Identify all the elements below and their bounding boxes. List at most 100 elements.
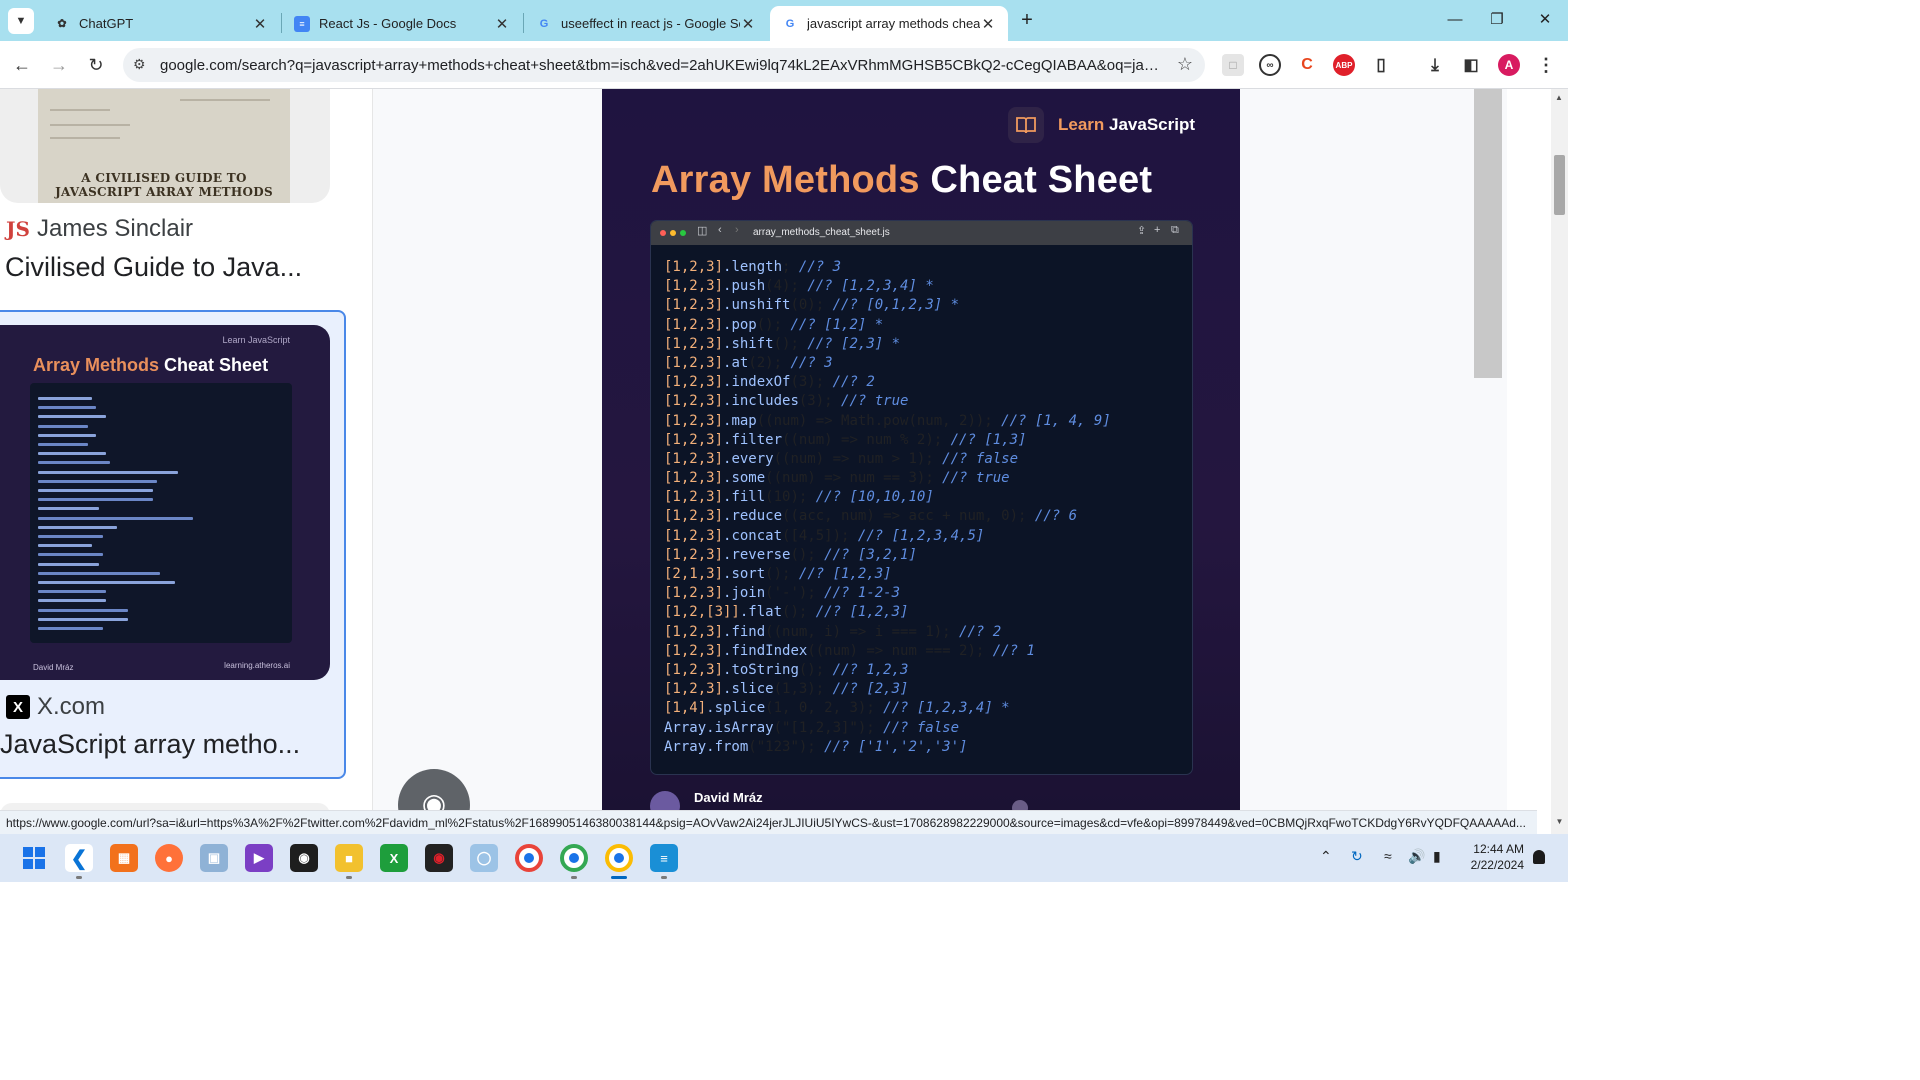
page-scrollbar[interactable]: ▲ xyxy=(1551,89,1568,810)
tab-useeffect-search[interactable]: G useeffect in react js - Google Se ✕ xyxy=(524,6,768,41)
close-tab-icon[interactable]: ✕ xyxy=(980,15,996,33)
profile-avatar[interactable]: A xyxy=(1498,54,1520,76)
code-comment: //? 3 xyxy=(790,259,842,275)
volume-icon[interactable]: 🔊 xyxy=(1408,848,1425,865)
tab-react-docs[interactable]: ≡ React Js - Google Docs ✕ xyxy=(282,6,522,41)
result-source[interactable]: JS James Sinclair xyxy=(6,215,193,243)
new-tab-button[interactable]: + xyxy=(1016,10,1038,32)
close-window-button[interactable]: ✕ xyxy=(1522,8,1568,32)
image-results-column: A CIVILISED GUIDE TO JAVASCRIPT ARRAY ME… xyxy=(0,89,372,810)
battery-icon[interactable]: ▮ xyxy=(1433,848,1441,865)
scroll-up-arrow-icon[interactable]: ▲ xyxy=(1555,93,1563,102)
code-array: [1,4] xyxy=(664,700,707,717)
code-comment: //? [1,2,3,4] * xyxy=(874,700,1010,717)
code-line: [1,2,3].pop(); //? [1,2] * xyxy=(664,316,1111,335)
file-name: array_methods_cheat_sheet.js xyxy=(753,227,890,238)
tab-search-button[interactable]: ▼ xyxy=(8,8,34,34)
result-source[interactable]: X X.com xyxy=(6,693,105,721)
preview-image[interactable]: Learn JavaScript Array Methods Cheat She… xyxy=(602,89,1240,810)
thumbnail-site: learning.atheros.ai xyxy=(224,661,290,670)
menu-kebab-icon[interactable]: ⋮ xyxy=(1535,54,1557,76)
thumbnail-code-line xyxy=(38,452,107,456)
code-line: Array.from("123"); //? ['1','2','3'] xyxy=(664,738,1111,757)
notification-bell-icon[interactable] xyxy=(1533,850,1545,864)
system-clock[interactable]: 12:44 AM 2/22/2024 xyxy=(1464,841,1524,873)
code-args: (); xyxy=(782,604,808,621)
source-name: James Sinclair xyxy=(37,215,194,242)
thumbnail-code-line xyxy=(38,443,89,446)
window-minimize-dot xyxy=(670,230,676,236)
chrome-icon[interactable] xyxy=(515,844,543,872)
extension-icon[interactable]: C xyxy=(1296,54,1318,76)
thumbnail-code-line xyxy=(38,562,100,566)
scrollbar-thumb[interactable] xyxy=(1554,155,1565,215)
close-tab-icon[interactable]: ✕ xyxy=(252,15,268,33)
address-bar[interactable]: ⚙ google.com/search?q=javascript+array+m… xyxy=(123,48,1205,82)
chrome-active-icon[interactable] xyxy=(605,844,633,872)
firefox-icon[interactable]: ● xyxy=(155,844,183,872)
result-title[interactable]: JavaScript array metho... xyxy=(0,729,300,760)
extensions-puzzle-icon[interactable]: ▯ xyxy=(1370,54,1392,76)
source-name: X.com xyxy=(37,693,106,720)
scroll-down-arrow-icon[interactable]: ▼ xyxy=(1551,810,1568,834)
adblock-icon[interactable]: ABP xyxy=(1333,54,1355,76)
reload-button[interactable]: ↻ xyxy=(84,53,108,77)
recorder-icon[interactable]: ◉ xyxy=(425,844,453,872)
code-method: .splice xyxy=(706,700,766,717)
xbox-icon[interactable]: X xyxy=(380,844,408,872)
preview-scrollbar[interactable] xyxy=(1474,89,1502,378)
code-comment: //? 1-2-3 xyxy=(815,585,901,602)
thumbnail-code-line xyxy=(38,470,179,474)
result-thumbnail[interactable]: Learn JavaScript Array Methods Cheat She… xyxy=(0,325,330,680)
site-info-icon[interactable]: ⚙ xyxy=(133,56,146,73)
result-title[interactable]: Civilised Guide to Java... xyxy=(5,252,302,283)
extension-icon[interactable]: ∞ xyxy=(1259,54,1281,76)
next-result-thumbnail[interactable] xyxy=(0,803,330,810)
thumbnail-code-line xyxy=(38,525,118,529)
url-text[interactable]: google.com/search?q=javascript+array+met… xyxy=(160,57,1160,74)
code-line: [1,2,3].reduce((acc, num) => acc + num, … xyxy=(664,507,1111,526)
code-comment: //? [1,2,3] xyxy=(790,566,892,582)
tab-chatgpt[interactable]: ✿ ChatGPT ✕ xyxy=(42,6,280,41)
result-thumbnail[interactable]: A CIVILISED GUIDE TO JAVASCRIPT ARRAY ME… xyxy=(0,89,330,203)
clipchamp-icon[interactable]: ▶ xyxy=(245,844,273,872)
close-tab-icon[interactable]: ✕ xyxy=(740,15,756,33)
code-args: ((num) => num % 2); xyxy=(782,431,943,448)
code-method: .push xyxy=(723,278,766,295)
site-logo-icon xyxy=(1012,800,1028,810)
back-button[interactable]: ← xyxy=(10,53,34,77)
this-pc-icon[interactable]: ▣ xyxy=(200,844,228,872)
side-panel-icon[interactable]: ◧ xyxy=(1460,54,1482,76)
tab-title: ChatGPT xyxy=(79,16,134,31)
notepad-icon[interactable]: ≡ xyxy=(650,844,678,872)
chrome-profile-icon[interactable] xyxy=(560,844,588,872)
bookmark-star-icon[interactable]: ☆ xyxy=(1177,54,1193,75)
chevron-up-icon[interactable]: ⌃ xyxy=(1320,848,1332,865)
download-icon[interactable]: ⤓ xyxy=(1424,54,1446,76)
tab-array-methods-search[interactable]: G javascript array methods cheat ✕ xyxy=(770,6,1008,41)
wifi-icon[interactable]: ≈ xyxy=(1384,848,1392,864)
close-tab-icon[interactable]: ✕ xyxy=(494,15,510,33)
forward-button[interactable]: → xyxy=(47,53,71,77)
copy-icon: ⧉ xyxy=(1171,224,1179,236)
app-icon[interactable]: ▦ xyxy=(110,844,138,872)
windows-start-icon[interactable] xyxy=(20,844,48,872)
code-comment: //? [1, 4, 9] xyxy=(992,412,1111,429)
running-indicator xyxy=(661,876,667,879)
vscode-icon[interactable]: ❮ xyxy=(65,844,93,872)
code-comment: //? true xyxy=(933,470,1010,487)
file-explorer-icon[interactable]: ■ xyxy=(335,844,363,872)
extension-icon[interactable]: □ xyxy=(1222,54,1244,76)
figma-icon[interactable]: ◉ xyxy=(290,844,318,872)
minimize-button[interactable]: — xyxy=(1432,8,1478,32)
code-line: [1,2,3].unshift(0); //? [0,1,2,3] * xyxy=(664,296,1111,315)
code-line: Array.isArray("[1,2,3]"); //? false xyxy=(664,719,1111,738)
restore-button[interactable]: ❐ xyxy=(1474,8,1520,32)
editor-title-bar: ◫ ‹ › array_methods_cheat_sheet.js ⇪ + ⧉ xyxy=(651,221,1192,245)
code-comment: //? [10,10,10] xyxy=(807,489,934,506)
code-array: [1,2,3] xyxy=(664,316,724,333)
sync-icon[interactable]: ↻ xyxy=(1351,848,1363,865)
app-icon[interactable]: ◯ xyxy=(470,844,498,872)
thumbnail-caption: A CIVILISED GUIDE TO JAVASCRIPT ARRAY ME… xyxy=(55,171,273,199)
code-array: [1,2,3] xyxy=(664,278,724,295)
